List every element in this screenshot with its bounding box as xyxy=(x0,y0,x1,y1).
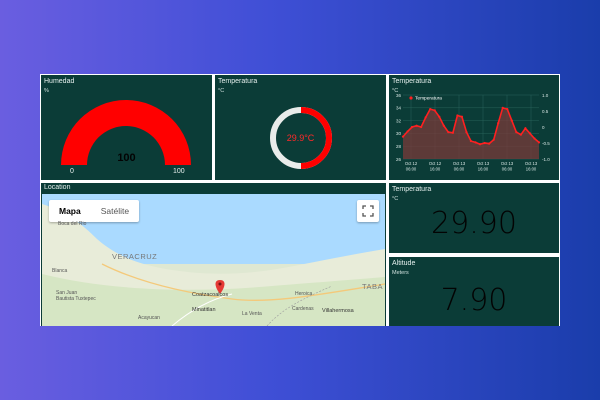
chart-point xyxy=(510,119,513,122)
chart-x-tick: 16:00 xyxy=(526,167,537,172)
map-tab-satelite[interactable]: Satélite xyxy=(91,200,139,222)
chart-point xyxy=(506,107,509,111)
map-label-cardenas: Cardenas xyxy=(292,306,314,312)
map-tab-mapa[interactable]: Mapa xyxy=(49,200,91,222)
chart-x-tick: 06:00 xyxy=(454,167,465,172)
fullscreen-button[interactable] xyxy=(357,200,379,222)
chart-y-tick: 28 xyxy=(396,144,402,149)
chart-x-tick: Oct 13 xyxy=(525,161,538,166)
chart-point xyxy=(519,133,522,136)
location-panel: Location Mapa Satélite Boca del Rio VERA… xyxy=(41,183,386,326)
chart-x-tick: Oct 13 xyxy=(477,161,490,166)
temperatura-value-unit: °C xyxy=(392,196,399,202)
map-label-sanjuan: San Juan Bautista Tuxtepec xyxy=(56,290,96,302)
dashboard: Humedad % 100 0 100 Temperatura °C 29.9°… xyxy=(40,74,560,326)
humedad-panel: Humedad % 100 0 100 xyxy=(41,75,212,180)
location-map[interactable]: Mapa Satélite Boca del Rio VERACRUZ TABA… xyxy=(42,194,385,326)
chart-x-tick: 16:00 xyxy=(478,167,489,172)
map-label-heroica: Heroica xyxy=(295,291,313,297)
humedad-value: 100 xyxy=(117,152,136,164)
temperatura-chart-panel: Temperatura °C 26 28 30 32 34 36 1.0 0.5 0 -0.5 -1… xyxy=(389,75,559,180)
altitude-value: 7.90 xyxy=(440,283,508,318)
chart-x-tick: Oct 12 xyxy=(405,161,418,166)
chart-point xyxy=(465,131,468,134)
chart-point xyxy=(406,130,409,133)
chart-point xyxy=(420,125,423,129)
chart-x-tick: Oct 13 xyxy=(501,161,514,166)
chart-point xyxy=(456,114,459,117)
chart-point xyxy=(497,122,500,125)
chart-y-tick: 30 xyxy=(396,131,402,136)
temperatura-donut-panel: Temperatura °C 29.9°C xyxy=(215,75,386,180)
temperatura-line-chart: 262830323436 1.00.50-0.5-1.0Oct 1206:00Oc… xyxy=(396,93,550,172)
altitude-title: Altitude xyxy=(392,260,416,267)
humedad-min: 0 xyxy=(70,168,74,175)
fullscreen-icon xyxy=(362,205,374,217)
chart-point xyxy=(488,142,491,145)
chart-point xyxy=(451,131,454,134)
chart-x-tick: 06:00 xyxy=(502,167,513,172)
chart-point xyxy=(447,131,450,134)
chart-point xyxy=(515,131,518,134)
temperatura-donut xyxy=(270,107,332,169)
humedad-gauge xyxy=(61,100,191,165)
chart-y-right-tick: 0 xyxy=(542,125,545,130)
map-type-control: Mapa Satélite xyxy=(49,200,140,222)
chart-legend-label: Temperatura xyxy=(415,96,442,102)
chart-y-tick: 36 xyxy=(396,93,402,98)
chart-point xyxy=(410,125,414,129)
chart-y-right-tick: 0.5 xyxy=(542,109,549,114)
chart-point xyxy=(424,116,427,119)
chart-point xyxy=(429,107,432,111)
chart-point xyxy=(433,109,436,112)
chart-point xyxy=(469,139,473,143)
chart-x-tick: 16:00 xyxy=(430,167,441,172)
altitude-panel: Altitude Meters 7.90 xyxy=(389,257,559,326)
location-title: Location xyxy=(44,184,71,191)
chart-y-right-tick: 1.0 xyxy=(542,93,549,98)
map-label-blanca: Blanca xyxy=(52,268,68,274)
chart-point xyxy=(492,138,495,141)
map-label-acayucan: Acayucan xyxy=(138,315,160,321)
chart-x-tick: Oct 13 xyxy=(453,161,466,166)
chart-y-right-tick: -0.5 xyxy=(542,141,550,146)
temperatura-value: 29.90 xyxy=(431,206,517,241)
chart-point xyxy=(438,115,441,118)
map-label-minatitlan: Minatitlan xyxy=(192,307,216,313)
chart-y-tick: 26 xyxy=(396,157,402,162)
chart-legend-marker xyxy=(409,96,413,100)
chart-point xyxy=(483,141,486,145)
chart-point xyxy=(524,127,527,130)
altitude-unit: Meters xyxy=(392,270,409,276)
map-label-tabasco: TABA xyxy=(362,282,384,291)
chart-y-tick: 32 xyxy=(396,118,402,123)
chart-point xyxy=(533,137,536,140)
map-label-boca: Boca del Rio xyxy=(58,221,87,227)
map-label-laventa: La Venta xyxy=(242,311,262,317)
chart-y-right-tick: -1.0 xyxy=(542,157,550,162)
chart-y-tick: 34 xyxy=(396,106,402,111)
humedad-max: 100 xyxy=(173,168,185,175)
map-label-villahermosa: Villahermosa xyxy=(322,308,354,314)
map-label-veracruz: VERACRUZ xyxy=(112,252,158,261)
chart-point xyxy=(415,124,418,127)
chart-point xyxy=(474,141,477,144)
chart-point xyxy=(460,115,464,118)
chart-x-tick: 06:00 xyxy=(406,167,417,172)
temperatura-value-panel: Temperatura °C 29.90 xyxy=(389,183,559,253)
temperatura-donut-value: 29.9°C xyxy=(286,133,315,143)
chart-point xyxy=(401,135,405,138)
chart-point xyxy=(478,143,482,146)
chart-point xyxy=(537,141,541,144)
map-pin-dot xyxy=(218,282,222,286)
chart-point xyxy=(501,106,504,109)
chart-point xyxy=(528,132,532,135)
chart-point xyxy=(442,124,445,127)
chart-x-tick: Oct 12 xyxy=(429,161,442,166)
temperatura-value-title: Temperatura xyxy=(392,186,432,193)
map-label-coatza: Coatzacoalcos xyxy=(192,292,229,298)
